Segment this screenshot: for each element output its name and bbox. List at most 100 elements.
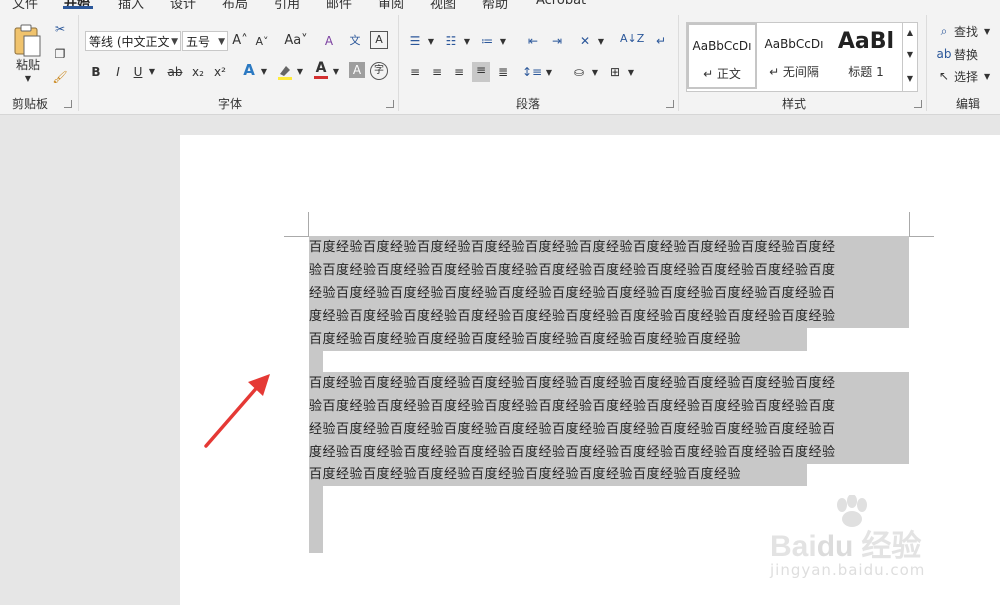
borders-icon[interactable]: ⊞ <box>606 64 624 80</box>
chevron-down-icon[interactable]: ▼ <box>590 65 600 81</box>
strikethrough-button[interactable]: ab <box>166 64 184 80</box>
styles-scroll[interactable]: ▲ ▼ ▼ <box>902 22 918 92</box>
chevron-down-icon[interactable]: ▼ <box>596 34 606 50</box>
chevron-down-icon[interactable]: ▼ <box>331 64 341 80</box>
bullets-icon[interactable]: ☰ <box>406 33 424 49</box>
copy-icon[interactable]: ❐ <box>52 46 68 62</box>
chevron-down-icon: ▼ <box>218 37 225 47</box>
find-label: 查找 <box>954 25 979 39</box>
chevron-down-icon[interactable]: ▼ <box>544 65 554 81</box>
tab-design[interactable]: 设计 <box>170 0 196 9</box>
paragraph-line[interactable]: 度经验百度经验百度经验百度经验百度经验百度经验百度经验百度经验百度经验百度经验 <box>309 305 836 328</box>
italic-button[interactable]: I <box>112 64 124 80</box>
enclose-characters-icon[interactable]: 字 <box>370 62 388 80</box>
selection-empty-line <box>309 350 323 373</box>
paragraph-line[interactable]: 百度经验百度经验百度经验百度经验百度经验百度经验百度经验百度经验 <box>309 463 741 486</box>
justify-icon[interactable]: ≡ <box>472 62 490 82</box>
show-marks-icon[interactable]: ↵ <box>652 33 670 49</box>
underline-button[interactable]: U <box>132 64 144 80</box>
tab-view[interactable]: 视图 <box>430 0 456 9</box>
chevron-down-icon[interactable]: ▼ <box>295 64 305 80</box>
paragraph-line[interactable]: 百度经验百度经验百度经验百度经验百度经验百度经验百度经验百度经验百度经验百度经 <box>309 236 836 259</box>
tab-mailings[interactable]: 邮件 <box>326 0 352 9</box>
grow-font-icon[interactable]: A˄ <box>232 33 248 49</box>
superscript-button[interactable]: x² <box>212 64 228 80</box>
paragraph-group-label: 段落 <box>516 97 541 111</box>
tab-file[interactable]: 文件 <box>12 0 38 9</box>
paragraph-line[interactable]: 百度经验百度经验百度经验百度经验百度经验百度经验百度经验百度经验百度经验百度经 <box>309 372 836 395</box>
paragraph-line[interactable]: 百度经验百度经验百度经验百度经验百度经验百度经验百度经验百度经验 <box>309 328 741 351</box>
increase-indent-icon[interactable]: ⇥ <box>548 33 566 49</box>
clipboard-launcher-icon[interactable] <box>64 100 72 108</box>
line-spacing-icon[interactable]: ↕≡ <box>522 64 542 80</box>
change-case-button[interactable]: Aa˅ <box>282 33 310 49</box>
font-size-combo[interactable]: 五号 ▼ <box>182 31 228 51</box>
chevron-down-icon[interactable]: ▼ <box>498 34 508 50</box>
shading-icon[interactable]: ⛀ <box>570 64 588 80</box>
phonetic-guide-icon[interactable]: 文 <box>346 33 364 49</box>
replace-button[interactable]: ab 替换 <box>936 46 996 64</box>
style-sample-text: AaBl <box>837 29 895 54</box>
paragraph-line[interactable]: 经验百度经验百度经验百度经验百度经验百度经验百度经验百度经验百度经验百度经验百 <box>309 418 836 441</box>
chevron-down-icon: ▼ <box>984 27 991 36</box>
paragraph-line[interactable]: 验百度经验百度经验百度经验百度经验百度经验百度经验百度经验百度经验百度经验百度 <box>309 395 836 418</box>
font-launcher-icon[interactable] <box>386 100 394 108</box>
tab-review[interactable]: 审阅 <box>378 0 404 9</box>
decrease-indent-icon[interactable]: ⇤ <box>524 33 542 49</box>
paragraph-launcher-icon[interactable] <box>666 100 674 108</box>
highlight-color-icon[interactable] <box>276 62 294 80</box>
paste-button[interactable]: 粘贴 ▼ <box>10 23 46 83</box>
align-left-icon[interactable]: ≡ <box>406 64 424 80</box>
paragraph-line[interactable]: 度经验百度经验百度经验百度经验百度经验百度经验百度经验百度经验百度经验百度经验 <box>309 441 836 464</box>
character-shading-icon[interactable]: A <box>349 62 365 78</box>
tab-insert[interactable]: 插入 <box>118 0 144 9</box>
chinese-layout-icon[interactable]: ✕ <box>576 33 594 49</box>
font-name-combo[interactable]: 等线 (中文正文 ▼ <box>85 31 181 51</box>
font-color-icon[interactable]: A <box>312 60 330 80</box>
styles-launcher-icon[interactable] <box>914 100 922 108</box>
cursor-icon: ↖ <box>938 69 950 83</box>
chevron-down-icon[interactable]: ▼ <box>10 71 46 87</box>
tab-acrobat[interactable]: Acrobat <box>536 0 586 8</box>
watermark-url: jingyan.baidu.com <box>770 561 926 579</box>
style-no-spacing[interactable]: AaBbCcDı ↵ 无间隔 <box>759 23 829 89</box>
chevron-down-icon[interactable]: ▼ <box>259 64 269 80</box>
format-painter-icon[interactable]: 🖌 <box>52 69 68 85</box>
select-button[interactable]: ↖ 选择 ▼ <box>936 68 996 86</box>
chevron-down-icon[interactable]: ▼ <box>626 65 636 81</box>
shrink-font-icon[interactable]: A˅ <box>254 34 270 50</box>
group-separator <box>926 15 927 111</box>
character-border-icon[interactable]: A <box>370 31 388 49</box>
sort-icon[interactable]: A↓Z <box>620 31 644 47</box>
style-normal[interactable]: AaBbCcDı ↵ 正文 <box>687 23 757 89</box>
align-center-icon[interactable]: ≡ <box>428 64 446 80</box>
bold-button[interactable]: B <box>90 64 102 80</box>
style-name-text: ↵ 无间隔 <box>769 65 819 79</box>
chevron-down-icon[interactable]: ▼ <box>426 34 436 50</box>
style-sample-text: AaBbCcDı <box>764 37 824 51</box>
chevron-down-icon[interactable]: ▼ <box>462 34 472 50</box>
numbering-icon[interactable]: ☷ <box>442 33 460 49</box>
chevron-down-icon[interactable]: ▼ <box>147 64 157 80</box>
subscript-button[interactable]: x₂ <box>190 64 206 80</box>
tab-layout[interactable]: 布局 <box>222 0 248 9</box>
margin-corner-top-right <box>909 212 934 237</box>
find-button[interactable]: ⌕ 查找 ▼ <box>936 23 996 41</box>
style-heading-1[interactable]: AaBl 标题 1 <box>831 23 901 89</box>
chevron-up-icon[interactable]: ▲ <box>903 25 917 41</box>
multilevel-list-icon[interactable]: ≔ <box>478 33 496 49</box>
chevron-down-icon[interactable]: ▼ <box>903 47 917 63</box>
annotation-arrow-icon <box>204 374 270 448</box>
align-right-icon[interactable]: ≡ <box>450 64 468 80</box>
editing-group-label: 编辑 <box>956 97 981 111</box>
paragraph-line[interactable]: 经验百度经验百度经验百度经验百度经验百度经验百度经验百度经验百度经验百度经验百 <box>309 282 836 305</box>
tab-references[interactable]: 引用 <box>274 0 300 9</box>
paragraph-line[interactable]: 验百度经验百度经验百度经验百度经验百度经验百度经验百度经验百度经验百度经验百度 <box>309 259 836 282</box>
search-icon: ⌕ <box>940 24 948 38</box>
text-effects-icon[interactable]: A <box>240 62 258 78</box>
cut-icon[interactable]: ✂ <box>52 21 68 37</box>
clear-formatting-icon[interactable]: A <box>320 33 338 49</box>
tab-help[interactable]: 帮助 <box>482 0 508 9</box>
distributed-icon[interactable]: ≣ <box>494 64 512 80</box>
more-styles-icon[interactable]: ▼ <box>903 71 917 87</box>
